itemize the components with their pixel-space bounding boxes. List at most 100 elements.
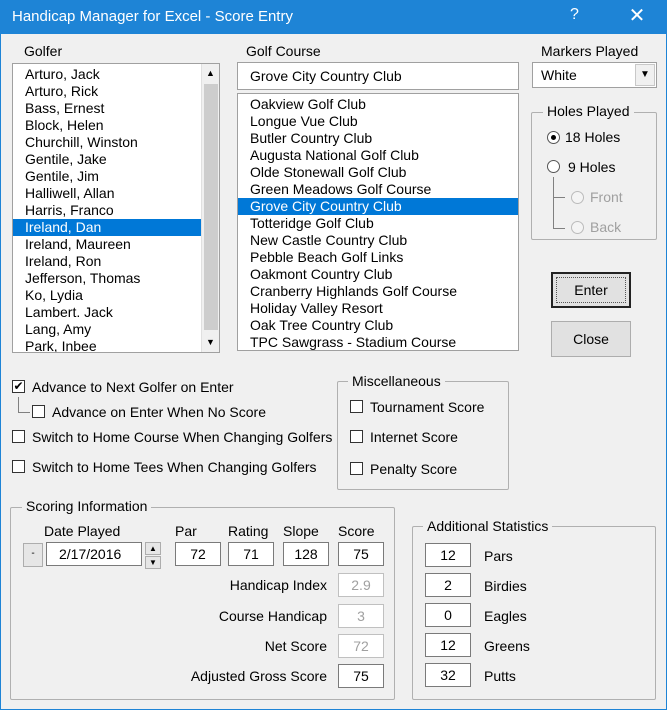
tree-line — [553, 177, 554, 229]
scroll-thumb[interactable] — [204, 84, 218, 330]
label-9-holes: 9 Holes — [568, 159, 616, 175]
golfer-list-item[interactable]: Ko, Lydia — [13, 287, 219, 304]
rating-label: Rating — [228, 523, 269, 539]
golfer-list-item[interactable]: Arturo, Jack — [13, 66, 219, 83]
label-back: Back — [590, 219, 622, 235]
course-handicap-label: Course Handicap — [218, 608, 327, 624]
golfer-list-item[interactable]: Halliwell, Allan — [13, 185, 219, 202]
birdies-input[interactable]: 2 — [425, 573, 471, 597]
course-list-item[interactable]: Green Meadows Golf Course — [238, 181, 518, 198]
golfer-list-item[interactable]: Lang, Amy — [13, 321, 219, 338]
course-list-item[interactable]: Cranberry Highlands Golf Course — [238, 283, 518, 300]
course-list-item[interactable]: Augusta National Golf Club — [238, 147, 518, 164]
enter-button[interactable]: Enter — [551, 272, 631, 308]
golf-course-listbox[interactable]: Oakview Golf Club Longue Vue Club Butler C… — [237, 93, 519, 351]
golfer-list-item[interactable]: Park, Inbee — [13, 338, 219, 352]
net-score-label: Net Score — [264, 638, 327, 654]
handicap-index-value: 2.9 — [338, 573, 384, 597]
golfer-list-item[interactable]: Jefferson, Thomas — [13, 270, 219, 287]
markers-label: Markers Played — [541, 43, 639, 59]
radio-9-holes[interactable] — [547, 160, 560, 173]
adjusted-gross-input[interactable]: 75 — [338, 664, 384, 688]
course-list-item[interactable]: Holiday Valley Resort — [238, 300, 518, 317]
help-button[interactable]: ? — [570, 6, 579, 24]
date-up-icon[interactable]: ▲ — [145, 542, 161, 555]
close-window-button[interactable]: ✕ — [624, 3, 650, 29]
golfer-list-item[interactable]: Gentile, Jake — [13, 151, 219, 168]
focus-rect — [556, 277, 626, 303]
date-played-label: Date Played — [44, 523, 121, 539]
rating-input[interactable]: 71 — [228, 542, 274, 566]
golfer-list-item[interactable]: Harris, Franco — [13, 202, 219, 219]
course-list-item[interactable]: Oakview Golf Club — [238, 96, 518, 113]
greens-label: Greens — [484, 638, 530, 654]
course-list-item[interactable]: Pebble Beach Golf Links — [238, 249, 518, 266]
scoring-title: Scoring Information — [22, 498, 152, 514]
golf-course-input[interactable]: Grove City Country Club — [237, 62, 519, 90]
golfer-list-item[interactable]: Gentile, Jim — [13, 168, 219, 185]
penalty-label: Penalty Score — [370, 461, 458, 477]
markers-value: White — [541, 67, 577, 83]
par-input[interactable]: 72 — [175, 542, 221, 566]
course-list-item[interactable]: TPC Sawgrass - Stadium Course — [238, 334, 518, 350]
chevron-down-icon[interactable]: ▼ — [635, 64, 655, 86]
golfer-list-item[interactable]: Lambert. Jack — [13, 304, 219, 321]
switch-course-label: Switch to Home Course When Changing Golf… — [32, 429, 333, 445]
adjusted-gross-label: Adjusted Gross Score — [190, 668, 327, 684]
tournament-label: Tournament Score — [370, 399, 485, 415]
stats-title: Additional Statistics — [423, 518, 553, 534]
markers-select[interactable]: White ▼ — [532, 62, 657, 88]
switch-course-checkbox[interactable] — [12, 430, 25, 443]
course-list-item[interactable]: New Castle Country Club — [238, 232, 518, 249]
window-title: Handicap Manager for Excel - Score Entry — [12, 8, 293, 25]
scroll-up-icon[interactable]: ▲ — [202, 65, 219, 82]
greens-input[interactable]: 12 — [425, 633, 471, 657]
advance-no-score-label: Advance on Enter When No Score — [52, 404, 267, 420]
course-list-item[interactable]: Grove City Country Club — [238, 198, 518, 215]
score-label: Score — [338, 523, 375, 539]
course-list-item[interactable]: Butler Country Club — [238, 130, 518, 147]
golfer-list-item[interactable]: Bass, Ernest — [13, 100, 219, 117]
score-input[interactable]: 75 — [338, 542, 384, 566]
course-list-item[interactable]: Oakmont Country Club — [238, 266, 518, 283]
course-list-item[interactable]: Longue Vue Club — [238, 113, 518, 130]
internet-label: Internet Score — [370, 429, 458, 445]
course-list-item[interactable]: Totteridge Golf Club — [238, 215, 518, 232]
putts-input[interactable]: 32 — [425, 663, 471, 687]
radio-18-holes[interactable] — [547, 131, 560, 144]
golfer-list-item[interactable]: Ireland, Dan — [13, 219, 219, 236]
pars-input[interactable]: 12 — [425, 543, 471, 567]
slope-label: Slope — [283, 523, 319, 539]
switch-tees-checkbox[interactable] — [12, 460, 25, 473]
eagles-input[interactable]: 0 — [425, 603, 471, 627]
date-down-icon[interactable]: ▼ — [145, 556, 161, 569]
course-handicap-value: 3 — [338, 604, 384, 628]
course-list-item[interactable]: Oak Tree Country Club — [238, 317, 518, 334]
penalty-checkbox[interactable] — [350, 462, 363, 475]
advance-no-score-checkbox[interactable] — [32, 405, 45, 418]
golfer-scrollbar[interactable]: ▲ ▼ — [201, 64, 219, 352]
date-played-input[interactable]: 2/17/2016 — [46, 542, 142, 566]
date-minus-button[interactable]: - — [23, 543, 43, 567]
course-list-item[interactable]: Olde Stonewall Golf Club — [238, 164, 518, 181]
slope-input[interactable]: 128 — [283, 542, 329, 566]
golfer-listbox[interactable]: Arturo, Jack Arturo, Rick Bass, Ernest Bloc… — [12, 63, 220, 353]
tree-line — [18, 397, 19, 413]
radio-back[interactable] — [571, 221, 584, 234]
golfer-list-item[interactable]: Ireland, Ron — [13, 253, 219, 270]
golfer-list-item[interactable]: Ireland, Maureen — [13, 236, 219, 253]
net-score-value: 72 — [338, 634, 384, 658]
handicap-index-label: Handicap Index — [229, 577, 327, 593]
advance-next-checkbox[interactable]: ✔ — [12, 380, 25, 393]
close-button[interactable]: Close — [551, 321, 631, 357]
scroll-down-icon[interactable]: ▼ — [202, 334, 219, 351]
golfer-list-item[interactable]: Churchill, Winston — [13, 134, 219, 151]
tournament-checkbox[interactable] — [350, 400, 363, 413]
title-bar: Handicap Manager for Excel - Score Entry… — [0, 0, 667, 34]
internet-checkbox[interactable] — [350, 430, 363, 443]
radio-front[interactable] — [571, 191, 584, 204]
golfer-list-item[interactable]: Arturo, Rick — [13, 83, 219, 100]
putts-label: Putts — [484, 668, 516, 684]
golfer-list-item[interactable]: Block, Helen — [13, 117, 219, 134]
eagles-label: Eagles — [484, 608, 527, 624]
